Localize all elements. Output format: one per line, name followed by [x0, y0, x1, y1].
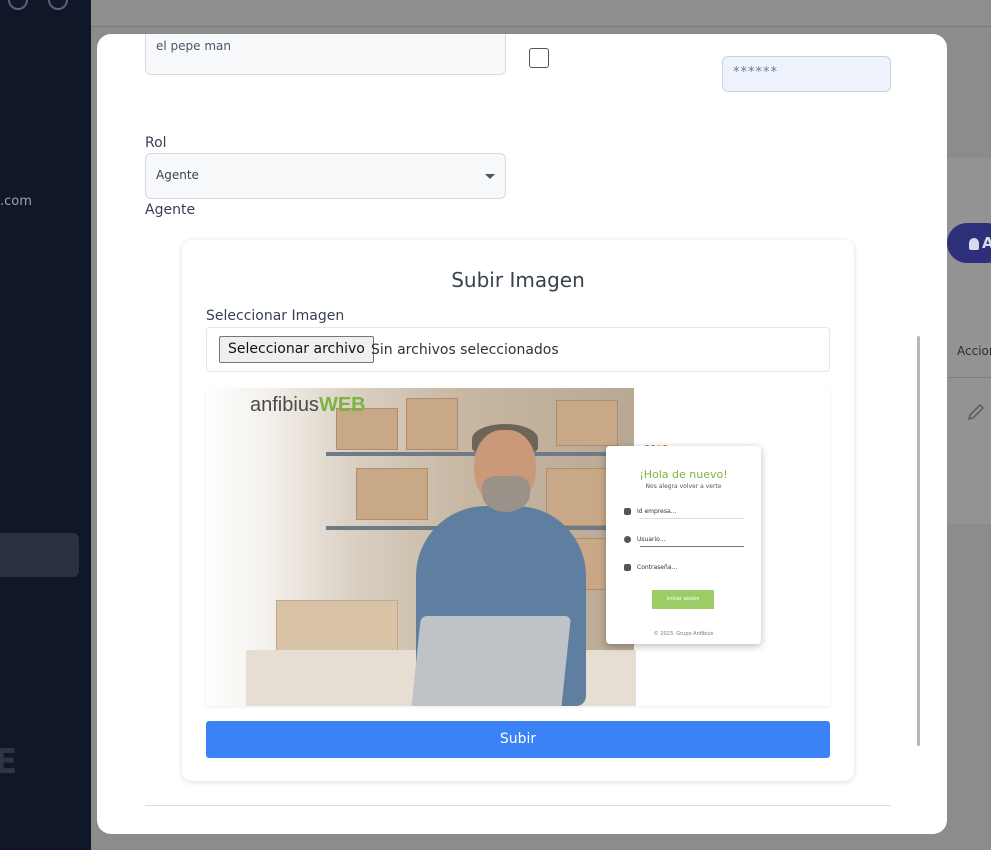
- file-input[interactable]: Seleccionar archivo Sin archivos selecci…: [206, 327, 830, 372]
- topbar: [91, 0, 991, 27]
- shelf-box: [556, 400, 618, 446]
- name-field[interactable]: el pepe man: [145, 34, 506, 75]
- bell-icon[interactable]: [8, 0, 28, 10]
- password-field-preview: Contraseña...: [624, 564, 744, 571]
- login-title: ¡Hola de nuevo!: [639, 468, 728, 481]
- sidebar-logo: E: [0, 742, 18, 782]
- preview-photo: anfibiusWEB: [206, 388, 636, 706]
- active-checkbox[interactable]: [529, 48, 549, 68]
- login-card-preview: ¡Hola de nuevo! Nos alegra volver a vert…: [606, 446, 761, 644]
- person-beard: [482, 476, 530, 512]
- role-current-value: Agente: [145, 202, 196, 218]
- laptop: [411, 616, 571, 706]
- sidebar: .com E: [0, 0, 91, 850]
- user-circle-icon[interactable]: [48, 0, 68, 10]
- shelf-box: [406, 398, 458, 450]
- chevron-down-icon: [485, 174, 495, 179]
- lock-icon: [624, 564, 631, 571]
- user-icon: [624, 536, 631, 543]
- image-preview: anfibiusWEB ¡Hola de nuevo! Nos alegra v…: [206, 388, 830, 706]
- user-field-label: Usuario...: [637, 536, 666, 543]
- sidebar-item-active[interactable]: [0, 533, 79, 577]
- table-row-divider: [947, 377, 991, 378]
- login-button-preview: Iniciar sesión: [652, 590, 714, 609]
- table-header-actions: Accion: [957, 344, 991, 358]
- company-field-label: Id empresa...: [637, 508, 677, 515]
- add-button-label: A: [982, 234, 991, 252]
- sidebar-email: .com: [0, 194, 32, 209]
- role-select[interactable]: Agente: [145, 153, 506, 199]
- upload-image-card: Subir Imagen Seleccionar Imagen Seleccio…: [182, 240, 854, 781]
- role-label: Rol: [145, 135, 167, 151]
- modal-scrollbar[interactable]: [917, 336, 920, 746]
- password-field[interactable]: ******: [722, 56, 891, 92]
- upload-submit-button[interactable]: Subir: [206, 721, 830, 758]
- user-add-icon: [969, 237, 979, 250]
- password-field-value: ******: [733, 65, 778, 80]
- select-image-label: Seleccionar Imagen: [206, 308, 345, 324]
- shelf-box: [356, 468, 428, 520]
- role-selected-value: Agente: [156, 168, 199, 182]
- add-user-button[interactable]: A: [947, 223, 991, 263]
- choose-file-button[interactable]: Seleccionar archivo: [219, 336, 374, 363]
- edit-user-modal: el pepe man ****** Rol Agente Agente Sub…: [97, 34, 947, 834]
- company-field-preview: Id empresa...: [624, 508, 744, 519]
- building-icon: [624, 508, 631, 515]
- file-status-text: Sin archivos seleccionados: [371, 342, 559, 358]
- edit-pencil-icon[interactable]: [966, 402, 986, 422]
- card-title: Subir Imagen: [451, 268, 585, 292]
- password-field-label: Contraseña...: [637, 564, 678, 571]
- login-footer: © 2023. Grupo Anfibius: [653, 631, 714, 637]
- user-field-preview: Usuario...: [624, 536, 744, 547]
- login-subtitle: Nos alegra volver a verte: [645, 483, 722, 490]
- logo-text-accent: WEB: [318, 394, 366, 416]
- name-field-value: el pepe man: [156, 39, 231, 53]
- footer-divider: [145, 805, 891, 806]
- anfibius-logo: anfibiusWEB: [250, 394, 366, 417]
- logo-text: anfibius: [250, 394, 319, 416]
- table-panel: [947, 158, 991, 524]
